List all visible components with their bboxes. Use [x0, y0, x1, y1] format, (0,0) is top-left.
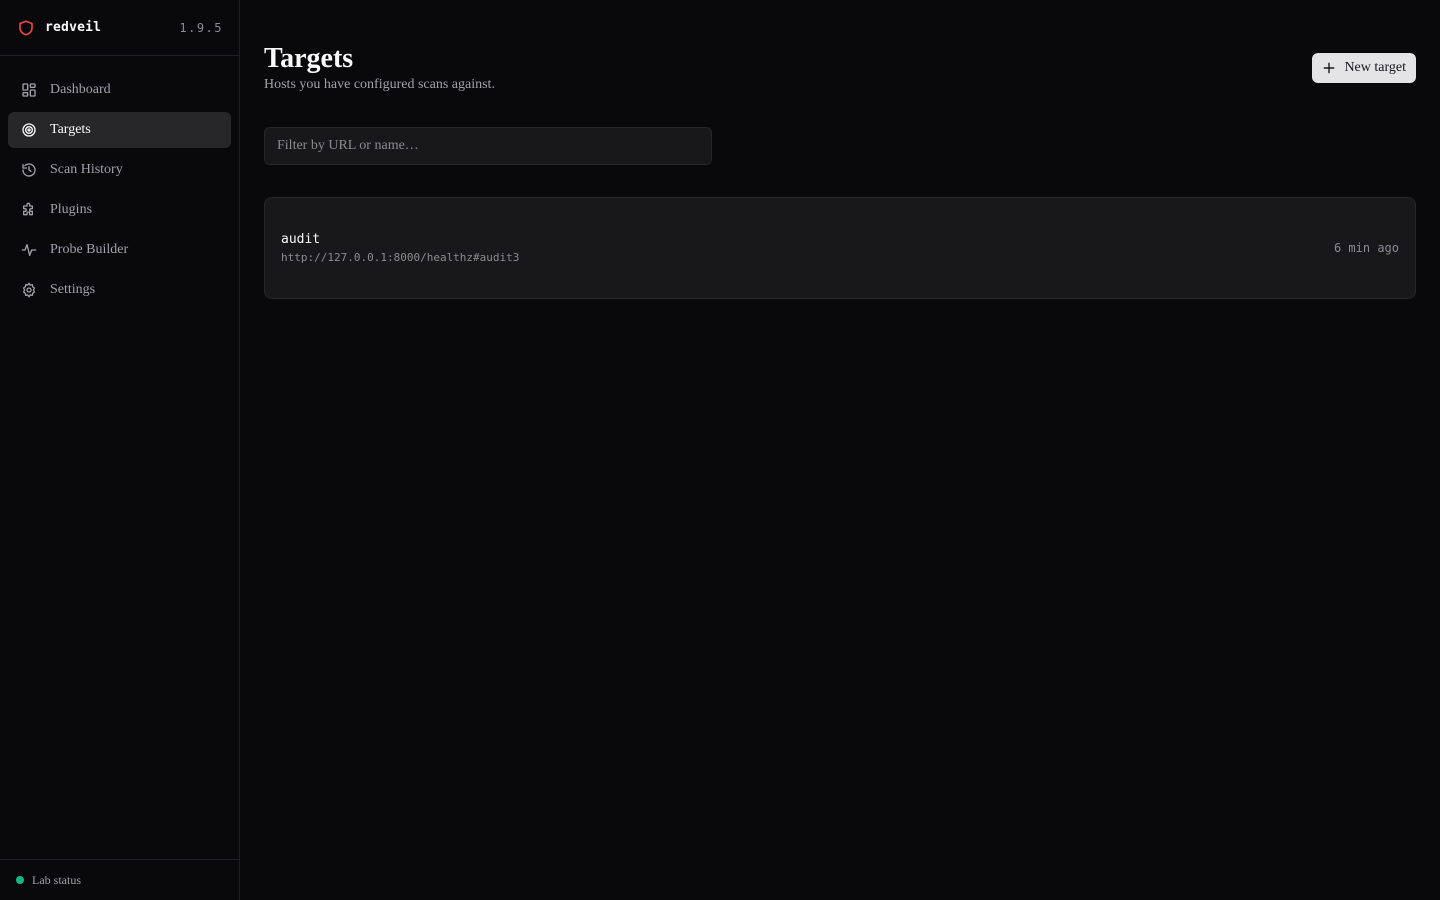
shield-icon[interactable]	[17, 19, 35, 37]
sidebar-nav: Dashboard Targets Scan History Plugins P…	[0, 56, 239, 324]
sidebar-item-label: Dashboard	[50, 82, 111, 97]
sidebar-item-label: Settings	[50, 282, 96, 297]
target-updated: 6 min ago	[1333, 241, 1399, 255]
history-icon	[20, 161, 38, 179]
waveform-icon	[20, 241, 38, 259]
app-version: 1.9.5	[179, 20, 223, 35]
status-dot	[16, 876, 24, 884]
brand-name[interactable]: redveil	[45, 20, 101, 35]
new-target-label: New target	[1344, 60, 1406, 75]
target-name: audit	[281, 232, 321, 247]
sidebar-item-label: Plugins	[50, 202, 93, 217]
sidebar-item-label: Probe Builder	[50, 242, 129, 257]
page-heading: Targets Hosts you have configured scans …	[264, 42, 495, 93]
sidebar-item-probe-builder[interactable]: Probe Builder	[8, 232, 231, 268]
sidebar-item-settings[interactable]: Settings	[8, 272, 231, 308]
sidebar-item-scan-history[interactable]: Scan History	[8, 152, 231, 188]
brand-header: redveil 1.9.5	[0, 0, 239, 56]
lab-status[interactable]: Lab status	[0, 859, 239, 900]
sidebar-item-targets[interactable]: Targets	[8, 112, 231, 148]
puzzle-icon	[20, 201, 38, 219]
target-info: audit http://127.0.0.1:8000/healthz#audi…	[281, 232, 519, 264]
sidebar-item-plugins[interactable]: Plugins	[8, 192, 231, 228]
plus-icon	[1322, 61, 1336, 75]
page-header: Targets Hosts you have configured scans …	[264, 42, 1416, 93]
filter-input[interactable]	[264, 127, 712, 165]
lab-status-label: Lab status	[32, 872, 81, 887]
sidebar-item-label: Scan History	[50, 162, 123, 177]
sidebar-item-dashboard[interactable]: Dashboard	[8, 72, 231, 108]
new-target-button[interactable]: New target	[1312, 53, 1416, 83]
gear-icon	[20, 281, 38, 299]
target-url: http://127.0.0.1:8000/healthz#audit3	[281, 251, 520, 264]
target-row[interactable]: audit http://127.0.0.1:8000/healthz#audi…	[264, 197, 1416, 299]
main-content: Targets Hosts you have configured scans …	[240, 0, 1440, 900]
page-subtitle: Hosts you have configured scans against.	[264, 77, 495, 92]
page-title: Targets	[264, 43, 354, 74]
target-icon	[20, 121, 38, 139]
dashboard-icon	[20, 81, 38, 99]
app-shell: redveil 1.9.5 Dashboard Targets Scan His…	[0, 0, 1440, 900]
sidebar: redveil 1.9.5 Dashboard Targets Scan His…	[0, 0, 240, 900]
sidebar-item-label: Targets	[50, 122, 91, 137]
